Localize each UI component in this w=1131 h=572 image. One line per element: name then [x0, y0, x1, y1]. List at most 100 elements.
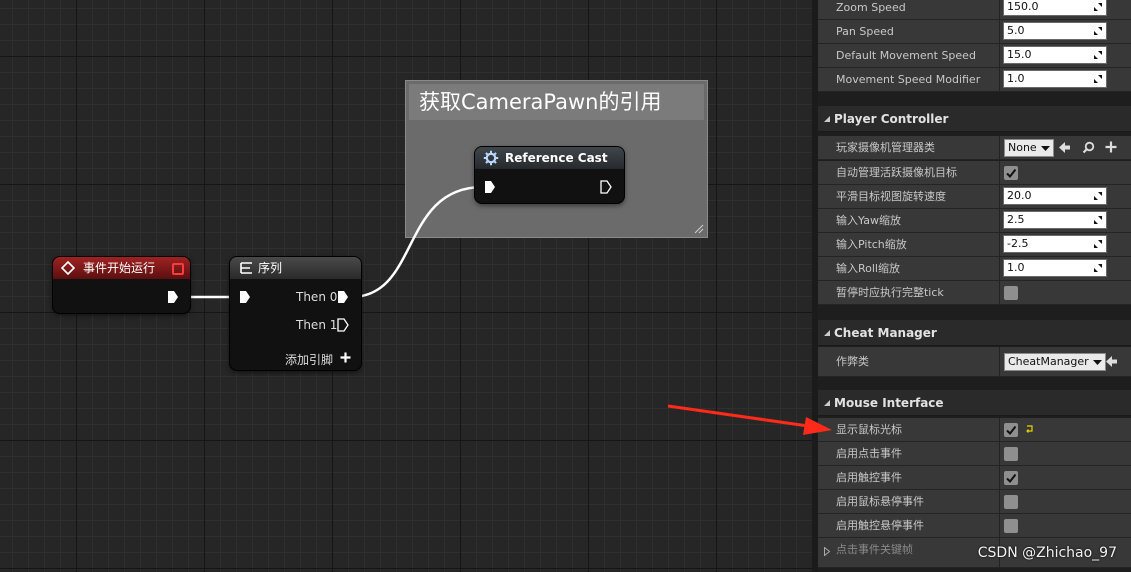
- collapse-arrow-icon[interactable]: [823, 329, 831, 337]
- exec-out-pin-icon[interactable]: [600, 180, 612, 194]
- property-row-camera-manager-class: 玩家摄像机管理器类 None: [818, 136, 1131, 160]
- property-row-input-roll-scale: 输入Roll缩放 1.0: [818, 257, 1131, 281]
- category-title: Player Controller: [834, 112, 949, 126]
- property-label: 点击事件关键帧: [836, 543, 913, 556]
- pin-label-then-0: Then 0: [296, 290, 338, 304]
- zoom-speed-input[interactable]: 150.0: [1003, 0, 1107, 16]
- exec-in-pin-icon[interactable]: [239, 290, 251, 304]
- category-mouse-interface[interactable]: Mouse Interface: [818, 390, 1131, 416]
- reset-to-default-icon[interactable]: [1025, 425, 1034, 433]
- pin-label-then-1: Then 1: [296, 318, 338, 332]
- property-label: 输入Pitch缩放: [836, 238, 907, 251]
- property-row-enable-touch-over-events: 启用触控悬停事件: [818, 514, 1131, 538]
- chevron-down-icon: [1040, 146, 1050, 151]
- spin-arrows-icon[interactable]: [1093, 50, 1103, 60]
- details-panel: Zoom Speed 150.0 Pan Speed 5.0 Default M…: [818, 0, 1131, 572]
- property-label: 显示鼠标光标: [836, 423, 902, 436]
- checkmark-icon: [1006, 425, 1017, 436]
- spin-arrows-icon[interactable]: [1093, 191, 1103, 201]
- add-pin-icon[interactable]: [340, 352, 351, 363]
- node-sequence-header: 序列: [230, 257, 361, 279]
- input-roll-scale-input[interactable]: 1.0: [1003, 259, 1107, 277]
- plus-icon[interactable]: [1105, 141, 1117, 153]
- property-row-default-movement-speed: Default Movement Speed 15.0: [818, 44, 1131, 68]
- property-row-input-pitch-scale: 输入Pitch缩放 -2.5: [818, 233, 1131, 257]
- node-reference-cast[interactable]: Reference Cast: [475, 147, 624, 203]
- expand-arrow-icon[interactable]: [824, 547, 830, 556]
- spin-arrows-icon[interactable]: [1093, 26, 1103, 36]
- exec-out-pin-then-1-icon[interactable]: [337, 318, 349, 332]
- property-label: 暂停时应执行完整tick: [836, 286, 944, 299]
- property-row-show-mouse-cursor: 显示鼠标光标: [818, 418, 1131, 442]
- spin-arrows-icon[interactable]: [1093, 239, 1103, 249]
- property-row-enable-mouse-over-events: 启用鼠标悬停事件: [818, 490, 1131, 514]
- property-row-input-yaw-scale: 输入Yaw缩放 2.5: [818, 209, 1131, 233]
- checkmark-icon: [1006, 168, 1017, 179]
- node-sequence[interactable]: 序列 Then 0 Then 1 添加引脚: [230, 257, 361, 370]
- property-row-tick-when-paused: 暂停时应执行完整tick: [818, 281, 1131, 305]
- arrow-left-icon[interactable]: [1105, 355, 1118, 368]
- exec-in-pin-icon[interactable]: [484, 180, 496, 194]
- enable-click-events-checkbox[interactable]: [1004, 447, 1018, 461]
- movement-speed-modifier-input[interactable]: 1.0: [1003, 70, 1107, 88]
- node-begin-play[interactable]: 事件开始运行: [53, 257, 190, 313]
- property-row-enable-click-events: 启用点击事件: [818, 442, 1131, 466]
- node-reference-cast-title: Reference Cast: [505, 151, 608, 165]
- input-pitch-scale-input[interactable]: -2.5: [1003, 235, 1107, 253]
- property-label: 启用点击事件: [836, 447, 902, 460]
- smooth-rotation-speed-input[interactable]: 20.0: [1003, 187, 1107, 205]
- sequence-icon: [240, 262, 252, 274]
- property-label: 平滑目标视图旋转速度: [836, 190, 946, 203]
- property-row-cheat-class: 作弊类 CheatManager: [818, 347, 1131, 377]
- enable-touch-over-events-checkbox[interactable]: [1004, 519, 1018, 533]
- spin-arrows-icon[interactable]: [1093, 74, 1103, 84]
- enable-mouse-over-events-checkbox[interactable]: [1004, 495, 1018, 509]
- category-title: Cheat Manager: [834, 326, 937, 340]
- arrow-left-icon[interactable]: [1058, 141, 1071, 154]
- blueprint-graph[interactable]: 获取CameraPawn的引用 事件开始运行 序列 Then 0 Then 1 …: [0, 0, 812, 572]
- enable-touch-events-checkbox[interactable]: [1004, 471, 1018, 485]
- checkmark-icon: [1006, 473, 1017, 484]
- collapse-arrow-icon[interactable]: [823, 115, 831, 123]
- wire-then0-to-cast: [350, 185, 484, 299]
- property-label: 输入Yaw缩放: [836, 214, 901, 227]
- node-begin-play-header: 事件开始运行: [53, 257, 190, 279]
- default-movement-speed-input[interactable]: 15.0: [1003, 46, 1107, 64]
- category-player-controller[interactable]: Player Controller: [818, 106, 1131, 132]
- exec-out-pin-icon[interactable]: [167, 290, 179, 304]
- property-label: 启用触控悬停事件: [836, 519, 924, 532]
- property-label: Pan Speed: [836, 25, 894, 38]
- property-row-smooth-rotation-speed: 平滑目标视图旋转速度 20.0: [818, 185, 1131, 209]
- property-label: Default Movement Speed: [836, 49, 976, 62]
- property-row-auto-manage-camera: 自动管理活跃摄像机目标: [818, 161, 1131, 185]
- category-cheat-manager[interactable]: Cheat Manager: [818, 320, 1131, 346]
- property-label: 玩家摄像机管理器类: [836, 141, 935, 154]
- auto-manage-camera-checkbox[interactable]: [1004, 166, 1018, 180]
- spin-arrows-icon[interactable]: [1093, 263, 1103, 273]
- property-label: 输入Roll缩放: [836, 262, 900, 275]
- delegate-pin-icon[interactable]: [172, 263, 184, 275]
- exec-out-pin-then-0-icon[interactable]: [337, 290, 349, 304]
- chevron-down-icon: [1092, 360, 1102, 365]
- gear-icon: [483, 150, 499, 166]
- show-mouse-cursor-checkbox[interactable]: [1004, 423, 1018, 437]
- property-label: Zoom Speed: [836, 1, 906, 14]
- tick-when-paused-checkbox[interactable]: [1004, 286, 1018, 300]
- property-label: 自动管理活跃摄像机目标: [836, 166, 957, 179]
- add-pin-label[interactable]: 添加引脚: [285, 351, 333, 368]
- spin-arrows-icon[interactable]: [1093, 2, 1103, 12]
- spin-arrows-icon[interactable]: [1093, 215, 1103, 225]
- property-label: 作弊类: [836, 355, 869, 368]
- cheat-class-dropdown[interactable]: CheatManager: [1004, 353, 1106, 371]
- collapse-arrow-icon[interactable]: [823, 399, 831, 407]
- category-title: Mouse Interface: [834, 396, 944, 410]
- search-icon[interactable]: [1082, 141, 1095, 154]
- property-label: 启用触控事件: [836, 471, 902, 484]
- event-diamond-icon: [61, 261, 75, 275]
- property-row-pan-speed: Pan Speed 5.0: [818, 20, 1131, 44]
- property-label: Movement Speed Modifier: [836, 73, 981, 86]
- camera-manager-class-dropdown[interactable]: None: [1004, 139, 1054, 157]
- pan-speed-input[interactable]: 5.0: [1003, 22, 1107, 40]
- input-yaw-scale-input[interactable]: 2.5: [1003, 211, 1107, 229]
- property-row-enable-touch-events: 启用触控事件: [818, 466, 1131, 490]
